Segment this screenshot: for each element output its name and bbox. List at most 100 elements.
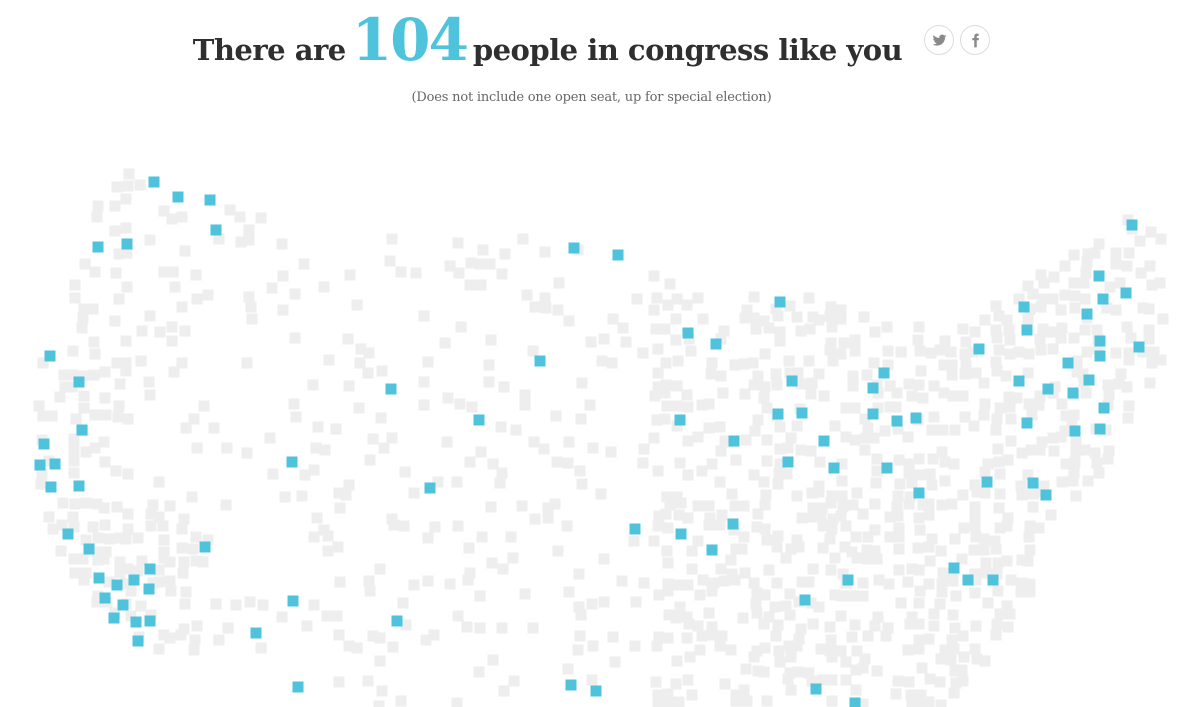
district-square[interactable] [1013, 346, 1025, 358]
district-square[interactable] [587, 442, 599, 454]
district-square[interactable] [706, 357, 718, 369]
district-square[interactable] [903, 467, 915, 479]
district-square[interactable] [1045, 509, 1057, 521]
district-square[interactable] [957, 630, 969, 642]
district-square[interactable] [528, 436, 540, 448]
district-square-highlighted[interactable] [199, 541, 211, 553]
district-square-highlighted[interactable] [1093, 270, 1105, 282]
district-square[interactable] [959, 368, 971, 380]
district-square[interactable] [879, 425, 891, 437]
district-square[interactable] [946, 498, 958, 510]
district-square[interactable] [747, 357, 759, 369]
district-square[interactable] [322, 530, 334, 542]
district-square[interactable] [838, 337, 850, 349]
district-square[interactable] [505, 531, 517, 543]
district-square[interactable] [1055, 431, 1067, 443]
district-square[interactable] [957, 323, 969, 335]
district-square[interactable] [706, 585, 718, 597]
district-square[interactable] [719, 678, 731, 690]
district-square[interactable] [969, 587, 981, 599]
district-square[interactable] [373, 700, 385, 707]
district-square[interactable] [682, 401, 694, 413]
district-square[interactable] [89, 409, 101, 421]
district-square[interactable] [166, 335, 178, 347]
district-square[interactable] [289, 288, 301, 300]
district-square-highlighted[interactable] [981, 476, 993, 488]
district-square[interactable] [826, 651, 838, 663]
district-square[interactable] [563, 586, 575, 598]
district-square[interactable] [924, 468, 936, 480]
district-square[interactable] [781, 468, 793, 480]
district-square-highlighted[interactable] [1094, 423, 1106, 435]
district-square[interactable] [825, 634, 837, 646]
district-square[interactable] [257, 599, 269, 611]
district-square[interactable] [857, 508, 869, 520]
district-square[interactable] [241, 357, 253, 369]
district-square[interactable] [418, 399, 430, 411]
district-square[interactable] [1034, 333, 1046, 345]
district-square[interactable] [466, 401, 478, 413]
district-square[interactable] [717, 387, 729, 399]
district-square[interactable] [362, 675, 374, 687]
district-square-highlighted[interactable] [867, 408, 879, 420]
district-square[interactable] [279, 491, 291, 503]
district-square[interactable] [849, 619, 861, 631]
district-square[interactable] [330, 423, 342, 435]
district-square[interactable] [880, 630, 892, 642]
district-square[interactable] [573, 568, 585, 580]
district-square[interactable] [978, 544, 990, 556]
district-square[interactable] [408, 487, 420, 499]
district-square[interactable] [671, 380, 683, 392]
district-square[interactable] [714, 519, 726, 531]
district-square[interactable] [78, 390, 90, 402]
district-square[interactable] [395, 266, 407, 278]
district-square[interactable] [957, 675, 969, 687]
district-square[interactable] [870, 477, 882, 489]
district-square[interactable] [758, 618, 770, 630]
district-square[interactable] [498, 685, 510, 697]
district-square-highlighted[interactable] [772, 408, 784, 420]
district-square[interactable] [1102, 379, 1114, 391]
district-square[interactable] [637, 347, 649, 359]
district-square[interactable] [234, 211, 246, 223]
district-square[interactable] [178, 556, 190, 568]
district-square[interactable] [716, 630, 728, 642]
district-square[interactable] [914, 524, 926, 536]
district-square[interactable] [630, 596, 642, 608]
district-square[interactable] [418, 376, 430, 388]
district-square[interactable] [418, 310, 430, 322]
district-square[interactable] [1023, 531, 1035, 543]
district-square[interactable] [136, 325, 148, 337]
district-square[interactable] [916, 662, 928, 674]
district-square[interactable] [893, 454, 905, 466]
district-square[interactable] [595, 488, 607, 500]
district-square[interactable] [144, 389, 156, 401]
district-square[interactable] [862, 422, 874, 434]
district-square[interactable] [948, 458, 960, 470]
district-square[interactable] [895, 597, 907, 609]
district-square[interactable] [685, 345, 697, 357]
district-square-highlighted[interactable] [1098, 402, 1110, 414]
district-square[interactable] [351, 299, 363, 311]
district-square-highlighted[interactable] [786, 375, 798, 387]
district-square[interactable] [990, 543, 1002, 555]
district-square[interactable] [1047, 343, 1059, 355]
district-square[interactable] [969, 326, 981, 338]
district-square[interactable] [562, 457, 574, 469]
district-square[interactable] [934, 598, 946, 610]
district-square[interactable] [703, 398, 715, 410]
district-square[interactable] [795, 623, 807, 635]
district-square[interactable] [785, 651, 797, 663]
district-square[interactable] [1016, 489, 1028, 501]
district-square[interactable] [934, 676, 946, 688]
district-square[interactable] [1154, 277, 1166, 289]
district-square[interactable] [498, 381, 510, 393]
district-square[interactable] [164, 575, 176, 587]
district-square[interactable] [598, 333, 610, 345]
district-square[interactable] [461, 621, 473, 633]
district-square[interactable] [871, 465, 883, 477]
district-square-highlighted[interactable] [674, 414, 686, 426]
district-square[interactable] [1055, 304, 1067, 316]
district-square-highlighted[interactable] [83, 543, 95, 555]
district-square[interactable] [871, 665, 883, 677]
